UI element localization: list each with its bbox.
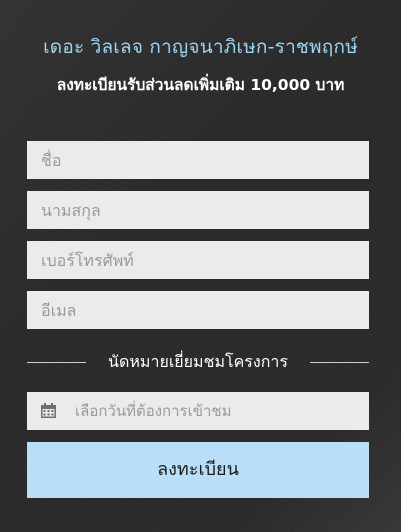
email-input[interactable] bbox=[27, 291, 369, 329]
calendar-icon bbox=[40, 402, 57, 419]
last-name-input[interactable] bbox=[27, 191, 369, 229]
first-name-input[interactable] bbox=[27, 141, 369, 179]
phone-input[interactable] bbox=[27, 241, 369, 279]
registration-panel: เดอะ วิลเลจ กาญจนาภิเษก-ราชพฤกษ์ ลงทะเบี… bbox=[0, 0, 401, 532]
appointment-divider: นัดหมายเยี่ยมชมโครงการ bbox=[27, 348, 369, 376]
divider-line-right bbox=[310, 362, 369, 363]
visit-date-placeholder: เลือกวันที่ต้องการเข้าชม bbox=[75, 402, 232, 420]
visit-date-picker[interactable]: เลือกวันที่ต้องการเข้าชม bbox=[27, 392, 369, 430]
register-button[interactable]: ลงทะเบียน bbox=[27, 442, 369, 498]
promo-subtitle: ลงทะเบียนรับส่วนลดเพิ่มเติม 10,000 บาท bbox=[56, 76, 345, 94]
project-title: เดอะ วิลเลจ กาญจนาภิเษก-ราชพฤกษ์ bbox=[43, 36, 358, 58]
